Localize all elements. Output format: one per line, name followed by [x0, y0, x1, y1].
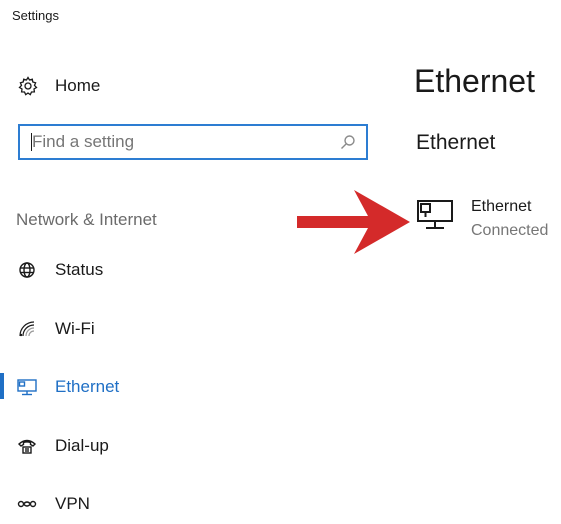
ethernet-icon [16, 377, 38, 397]
sidebar-item-ethernet[interactable]: Ethernet [0, 367, 360, 407]
section-heading: Ethernet [416, 131, 496, 154]
sidebar-item-vpn[interactable]: VPN [0, 484, 360, 524]
connection-name: Ethernet [471, 198, 532, 215]
sidebar-item-label: Ethernet [55, 377, 120, 396]
connection-status: Connected [471, 222, 549, 239]
dialup-icon [16, 436, 38, 456]
wifi-icon [16, 319, 38, 339]
ethernet-connection[interactable]: Ethernet Connected [414, 194, 561, 244]
vpn-icon [16, 494, 38, 514]
search-icon[interactable] [340, 134, 356, 150]
search-box[interactable] [18, 124, 368, 160]
page-title: Ethernet [414, 63, 535, 99]
search-input[interactable] [30, 131, 332, 153]
sidebar-item-dialup[interactable]: Dial-up [0, 426, 360, 466]
red-arrow-icon [292, 186, 412, 258]
network-monitor-icon [414, 196, 458, 236]
sidebar-item-label: VPN [55, 494, 90, 513]
sidebar-item-label: Wi-Fi [55, 319, 95, 338]
sidebar-item-label: Status [55, 260, 104, 279]
gear-icon [18, 76, 38, 96]
active-indicator [0, 373, 4, 399]
sidebar-item-label: Dial-up [55, 436, 109, 455]
section-label: Network & Internet [16, 210, 157, 229]
home-label: Home [55, 76, 101, 95]
sidebar-item-wifi[interactable]: Wi-Fi [0, 309, 360, 349]
home-link[interactable]: Home [18, 74, 100, 98]
window-title: Settings [12, 8, 59, 23]
globe-icon [16, 260, 38, 280]
